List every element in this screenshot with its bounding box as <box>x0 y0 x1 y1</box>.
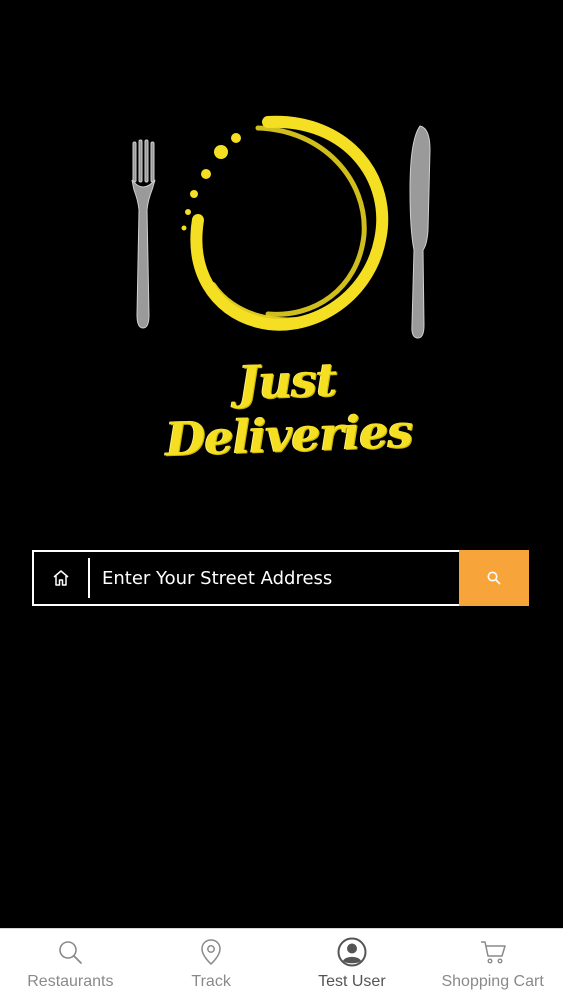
search-icon <box>487 571 501 585</box>
tab-label: Restaurants <box>27 973 114 990</box>
search-button[interactable] <box>459 550 529 606</box>
address-field-container <box>32 550 459 606</box>
brand-logo: Just Deliveries <box>118 110 458 466</box>
app-screen: Just Deliveries Enter Your Street Addres… <box>0 0 563 1000</box>
search-icon <box>55 937 85 967</box>
tab-label: Test User <box>318 973 386 990</box>
street-address-input[interactable] <box>90 553 459 603</box>
brand-name: Just Deliveries <box>164 352 414 467</box>
address-search-bar <box>32 550 529 606</box>
shopping-cart-icon <box>478 937 508 967</box>
tab-restaurants[interactable]: Restaurants <box>0 929 141 1000</box>
home-icon <box>34 552 88 604</box>
user-avatar-icon <box>337 937 367 967</box>
tab-shopping-cart[interactable]: Shopping Cart <box>422 929 563 1000</box>
location-pin-icon <box>196 937 226 967</box>
tab-track[interactable]: Track <box>141 929 282 1000</box>
bottom-tab-bar: Restaurants Track Test User Shopping Car… <box>0 928 563 1000</box>
tab-label: Shopping Cart <box>441 973 544 990</box>
tab-label: Track <box>191 973 231 990</box>
tab-test-user[interactable]: Test User <box>282 929 423 1000</box>
